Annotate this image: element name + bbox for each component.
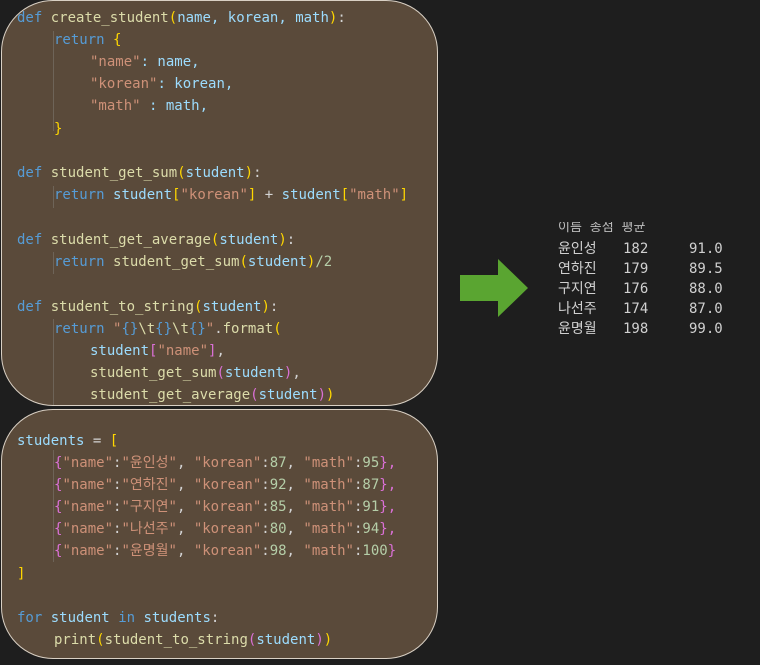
code-line-close-brace: } — [54, 121, 63, 137]
code-line-student-get-average-call: student_get_average(student)) — [90, 387, 335, 403]
code-line-student-get-sum-call: student_get_sum(student), — [90, 365, 301, 381]
code-line-student-dict: {"name":"윤인성", "korean":87, "math":95}, — [54, 455, 397, 471]
code-line-return-dict: return { — [54, 32, 122, 48]
right-arrow-icon — [460, 259, 528, 317]
code-line-def-student-get-average: def student_get_average(student): — [17, 232, 296, 248]
code-line-students-list: students = [ — [17, 433, 119, 449]
code-line-student-dict: {"name":"나선주", "korean":80, "math":94}, — [54, 521, 397, 537]
code-line-student-dict: {"name":"구지연", "korean":85, "math":91}, — [54, 499, 397, 515]
code-line-student-dict: {"name":"연하진", "korean":92, "math":87}, — [54, 477, 397, 493]
code-line-math-key: "math" : math, — [90, 98, 209, 114]
code-line-student-name: student["name"], — [90, 343, 225, 359]
code-line-for-loop: for student in students: — [17, 610, 220, 626]
code-line-def-student-to-string: def student_to_string(student): — [17, 299, 279, 315]
code-line-name-key: "name": name, — [90, 54, 200, 70]
code-line-student-dict: {"name":"윤명월", "korean":98, "math":100} — [54, 543, 397, 559]
code-line-return-format: return "{}\t{}\t{}".format( — [54, 321, 282, 337]
code-panel-main: students = [ {"name":"윤인성", "korean":87,… — [1, 409, 438, 659]
code-line-print-call: print(student_to_string(student)) — [54, 632, 333, 648]
code-panel-functions: def create_student(name, korean, math): … — [1, 0, 438, 406]
code-line-return-sum: return student["korean"] + student["math… — [54, 187, 409, 203]
code-line-close-list: ] — [17, 566, 26, 582]
code-line-korean-key: "korean": korean, — [90, 76, 234, 92]
output-header-clipped: 이름 총점 평균 — [558, 222, 646, 233]
code-line-def-create-student: def create_student(name, korean, math): — [17, 10, 346, 26]
code-line-return-average: return student_get_sum(student)/2 — [54, 254, 333, 270]
code-line-def-student-get-sum: def student_get_sum(student): — [17, 165, 262, 181]
